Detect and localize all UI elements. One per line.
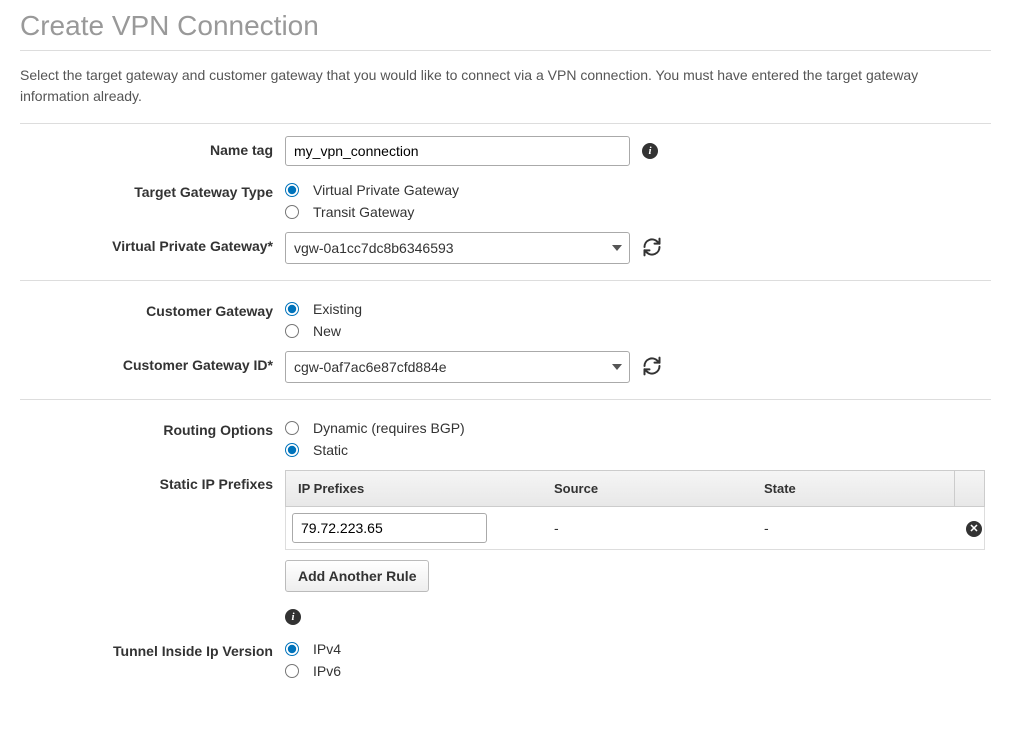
radio-transit-gateway[interactable] [285, 205, 299, 219]
refresh-icon[interactable] [642, 356, 662, 379]
ip-prefixes-table-header: IP Prefixes Source State [285, 470, 985, 507]
info-icon[interactable]: i [285, 609, 301, 625]
radio-existing[interactable] [285, 302, 299, 316]
page-description: Select the target gateway and customer g… [20, 65, 991, 124]
col-actions [954, 471, 984, 506]
radio-ipv4[interactable] [285, 642, 299, 656]
cell-source: - [542, 512, 752, 544]
table-row: - - ✕ [285, 507, 985, 550]
radio-ipv6-label: IPv6 [313, 663, 341, 679]
radio-vpg-label: Virtual Private Gateway [313, 182, 459, 198]
divider [20, 280, 991, 281]
virtual-private-gateway-select[interactable]: vgw-0a1cc7dc8b6346593 [285, 232, 630, 264]
radio-ipv4-label: IPv4 [313, 641, 341, 657]
chevron-down-icon [612, 245, 622, 251]
radio-existing-label: Existing [313, 301, 362, 317]
radio-dynamic-label: Dynamic (requires BGP) [313, 420, 465, 436]
page-title: Create VPN Connection [20, 10, 991, 51]
col-state: State [752, 471, 954, 506]
chevron-down-icon [612, 364, 622, 370]
customer-gateway-id-label: Customer Gateway ID* [20, 351, 285, 373]
radio-static-label: Static [313, 442, 348, 458]
radio-new[interactable] [285, 324, 299, 338]
radio-tgw-label: Transit Gateway [313, 204, 414, 220]
customer-gateway-label: Customer Gateway [20, 297, 285, 319]
col-ip-prefixes: IP Prefixes [286, 471, 542, 506]
radio-virtual-private-gateway[interactable] [285, 183, 299, 197]
cell-state: - [752, 512, 954, 544]
ip-prefix-input[interactable] [292, 513, 487, 543]
add-another-rule-button[interactable]: Add Another Rule [285, 560, 429, 592]
name-tag-label: Name tag [20, 136, 285, 158]
virtual-private-gateway-label: Virtual Private Gateway* [20, 232, 285, 254]
info-icon[interactable]: i [642, 143, 658, 159]
static-ip-prefixes-label: Static IP Prefixes [20, 470, 285, 492]
remove-row-icon[interactable]: ✕ [966, 521, 982, 537]
radio-new-label: New [313, 323, 341, 339]
tunnel-ip-version-label: Tunnel Inside Ip Version [20, 637, 285, 659]
radio-static[interactable] [285, 443, 299, 457]
vpg-selected-value: vgw-0a1cc7dc8b6346593 [285, 232, 630, 264]
name-tag-input[interactable] [285, 136, 630, 166]
cgw-id-selected-value: cgw-0af7ac6e87cfd884e [285, 351, 630, 383]
col-source: Source [542, 471, 752, 506]
radio-dynamic[interactable] [285, 421, 299, 435]
target-gateway-type-label: Target Gateway Type [20, 178, 285, 200]
divider [20, 399, 991, 400]
radio-ipv6[interactable] [285, 664, 299, 678]
refresh-icon[interactable] [642, 237, 662, 260]
routing-options-label: Routing Options [20, 416, 285, 438]
customer-gateway-id-select[interactable]: cgw-0af7ac6e87cfd884e [285, 351, 630, 383]
